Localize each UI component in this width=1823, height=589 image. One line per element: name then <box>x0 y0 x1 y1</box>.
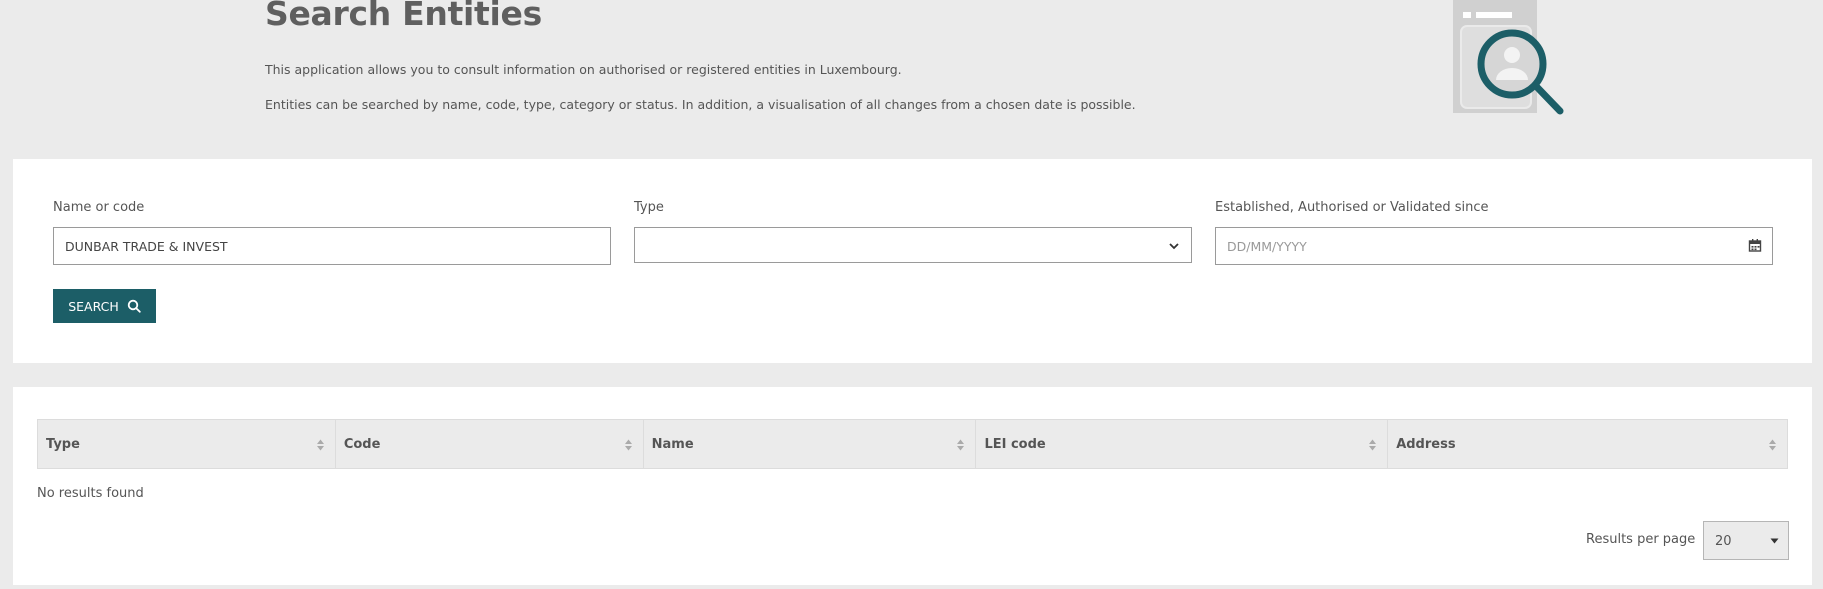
results-table: Type Code Name LEI code Address <box>37 419 1788 469</box>
date-input[interactable] <box>1215 227 1773 265</box>
column-header-label: Code <box>343 436 381 452</box>
calendar-icon[interactable] <box>1748 238 1762 252</box>
column-header-label: Name <box>651 436 694 452</box>
intro-text-2: Entities can be searched by name, code, … <box>265 97 1136 112</box>
sort-icon <box>957 439 965 451</box>
column-header-label: Address <box>1396 436 1456 452</box>
sort-icon <box>316 439 324 451</box>
column-header-name[interactable]: Name <box>642 419 977 469</box>
page-title: Search Entities <box>265 0 542 33</box>
sort-icon <box>1769 439 1776 451</box>
no-results-message: No results found <box>37 486 144 501</box>
search-button-label: SEARCH <box>68 298 119 314</box>
results-per-page-select[interactable]: 20 <box>1703 521 1789 560</box>
search-panel: Name or code Type Established, Authorise… <box>13 159 1812 363</box>
caret-down-icon <box>1770 538 1779 544</box>
column-header-code[interactable]: Code <box>334 419 644 469</box>
document-magnifier-icon <box>1453 0 1564 115</box>
chevron-down-icon <box>1169 243 1179 250</box>
results-panel: Type Code Name LEI code Address No resul… <box>13 387 1812 585</box>
name-or-code-input[interactable] <box>53 227 611 265</box>
date-field-label: Established, Authorised or Validated sin… <box>1215 200 1489 215</box>
page-header: Search Entities This application allows … <box>0 0 1823 159</box>
type-field-label: Type <box>634 200 664 215</box>
column-header-type[interactable]: Type <box>37 419 336 469</box>
name-field-label: Name or code <box>53 200 145 215</box>
type-select[interactable] <box>634 227 1192 263</box>
sort-icon <box>1369 439 1377 451</box>
search-button[interactable]: SEARCH <box>53 289 156 323</box>
results-per-page-label: Results per page <box>1586 532 1696 547</box>
table-header-row: Type Code Name LEI code Address <box>37 419 1788 469</box>
column-header-lei-code[interactable]: LEI code <box>975 419 1389 469</box>
sort-icon <box>624 439 632 451</box>
column-header-address[interactable]: Address <box>1387 419 1788 469</box>
column-header-label: Type <box>46 436 80 452</box>
search-icon <box>127 299 141 313</box>
intro-text-1: This application allows you to consult i… <box>265 62 902 77</box>
results-per-page-value: 20 <box>1715 534 1732 549</box>
column-header-label: LEI code <box>984 436 1046 452</box>
